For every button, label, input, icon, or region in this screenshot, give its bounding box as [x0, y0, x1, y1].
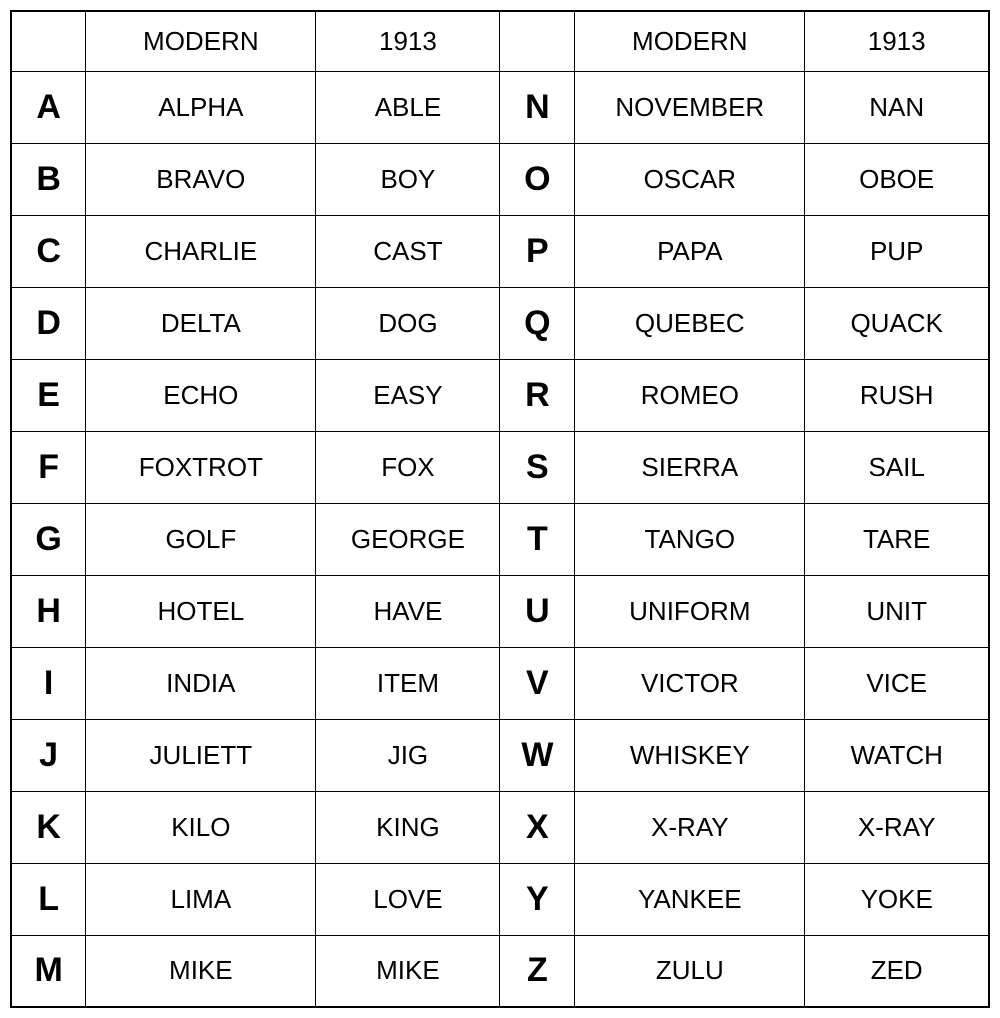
header-modern-1: MODERN — [86, 11, 316, 71]
old-cell: CAST — [316, 215, 500, 287]
old-cell: FOX — [316, 431, 500, 503]
letter2-cell: P — [500, 215, 575, 287]
letter-cell: C — [11, 215, 86, 287]
phonetic-alphabet-table: MODERN 1913 MODERN 1913 AALPHAABLENNOVEM… — [10, 10, 990, 1008]
old-cell: LOVE — [316, 863, 500, 935]
letter2-cell: Z — [500, 935, 575, 1007]
modern2-cell: PAPA — [575, 215, 805, 287]
modern-cell: KILO — [86, 791, 316, 863]
table-row: IINDIAITEMVVICTORVICE — [11, 647, 989, 719]
modern-cell: MIKE — [86, 935, 316, 1007]
letter-cell: M — [11, 935, 86, 1007]
modern2-cell: TANGO — [575, 503, 805, 575]
letter-cell: J — [11, 719, 86, 791]
modern-cell: ECHO — [86, 359, 316, 431]
letter2-cell: V — [500, 647, 575, 719]
header-1913-1: 1913 — [316, 11, 500, 71]
old-cell: EASY — [316, 359, 500, 431]
table-row: AALPHAABLENNOVEMBERNAN — [11, 71, 989, 143]
table-row: JJULIETTJIGWWHISKEYWATCH — [11, 719, 989, 791]
table-row: EECHOEASYRROMEORUSH — [11, 359, 989, 431]
header-modern-2: MODERN — [575, 11, 805, 71]
letter-cell: D — [11, 287, 86, 359]
old2-cell: X-RAY — [805, 791, 989, 863]
old2-cell: PUP — [805, 215, 989, 287]
old-cell: GEORGE — [316, 503, 500, 575]
letter2-cell: T — [500, 503, 575, 575]
table-row: KKILOKINGXX-RAYX-RAY — [11, 791, 989, 863]
old2-cell: SAIL — [805, 431, 989, 503]
modern-cell: ALPHA — [86, 71, 316, 143]
letter2-cell: S — [500, 431, 575, 503]
letter-cell: E — [11, 359, 86, 431]
modern2-cell: QUEBEC — [575, 287, 805, 359]
old2-cell: ZED — [805, 935, 989, 1007]
modern-cell: GOLF — [86, 503, 316, 575]
modern2-cell: VICTOR — [575, 647, 805, 719]
letter2-cell: U — [500, 575, 575, 647]
letter2-cell: X — [500, 791, 575, 863]
old2-cell: RUSH — [805, 359, 989, 431]
modern-cell: DELTA — [86, 287, 316, 359]
letter-cell: B — [11, 143, 86, 215]
modern-cell: HOTEL — [86, 575, 316, 647]
modern2-cell: SIERRA — [575, 431, 805, 503]
table-row: CCHARLIECASTPPAPAPUP — [11, 215, 989, 287]
letter-cell: I — [11, 647, 86, 719]
letter-cell: F — [11, 431, 86, 503]
modern2-cell: YANKEE — [575, 863, 805, 935]
modern2-cell: WHISKEY — [575, 719, 805, 791]
old2-cell: TARE — [805, 503, 989, 575]
letter2-cell: W — [500, 719, 575, 791]
modern-cell: CHARLIE — [86, 215, 316, 287]
modern2-cell: NOVEMBER — [575, 71, 805, 143]
old-cell: JIG — [316, 719, 500, 791]
letter-cell: A — [11, 71, 86, 143]
modern2-cell: UNIFORM — [575, 575, 805, 647]
header-empty-2 — [500, 11, 575, 71]
letter2-cell: O — [500, 143, 575, 215]
letter2-cell: Q — [500, 287, 575, 359]
letter2-cell: N — [500, 71, 575, 143]
old2-cell: VICE — [805, 647, 989, 719]
old-cell: KING — [316, 791, 500, 863]
old2-cell: WATCH — [805, 719, 989, 791]
table-row: HHOTELHAVEUUNIFORMUNIT — [11, 575, 989, 647]
old-cell: MIKE — [316, 935, 500, 1007]
old-cell: ITEM — [316, 647, 500, 719]
old2-cell: UNIT — [805, 575, 989, 647]
letter-cell: H — [11, 575, 86, 647]
table-row: LLIMALOVEYYANKEEYOKE — [11, 863, 989, 935]
old-cell: ABLE — [316, 71, 500, 143]
header-empty-1 — [11, 11, 86, 71]
modern2-cell: ROMEO — [575, 359, 805, 431]
modern-cell: LIMA — [86, 863, 316, 935]
modern2-cell: ZULU — [575, 935, 805, 1007]
modern-cell: FOXTROT — [86, 431, 316, 503]
letter2-cell: R — [500, 359, 575, 431]
header-1913-2: 1913 — [805, 11, 989, 71]
old2-cell: OBOE — [805, 143, 989, 215]
old2-cell: YOKE — [805, 863, 989, 935]
old-cell: HAVE — [316, 575, 500, 647]
letter-cell: G — [11, 503, 86, 575]
modern-cell: INDIA — [86, 647, 316, 719]
table-row: BBRAVOBOYOOSCAROBOE — [11, 143, 989, 215]
table-row: FFOXTROTFOXSSIERRASAIL — [11, 431, 989, 503]
old2-cell: NAN — [805, 71, 989, 143]
modern2-cell: X-RAY — [575, 791, 805, 863]
modern-cell: BRAVO — [86, 143, 316, 215]
old-cell: DOG — [316, 287, 500, 359]
modern-cell: JULIETT — [86, 719, 316, 791]
table-row: MMIKEMIKEZZULUZED — [11, 935, 989, 1007]
letter-cell: L — [11, 863, 86, 935]
letter2-cell: Y — [500, 863, 575, 935]
table-row: DDELTADOGQQUEBECQUACK — [11, 287, 989, 359]
old2-cell: QUACK — [805, 287, 989, 359]
letter-cell: K — [11, 791, 86, 863]
old-cell: BOY — [316, 143, 500, 215]
table-row: GGOLFGEORGETTANGOTARE — [11, 503, 989, 575]
modern2-cell: OSCAR — [575, 143, 805, 215]
